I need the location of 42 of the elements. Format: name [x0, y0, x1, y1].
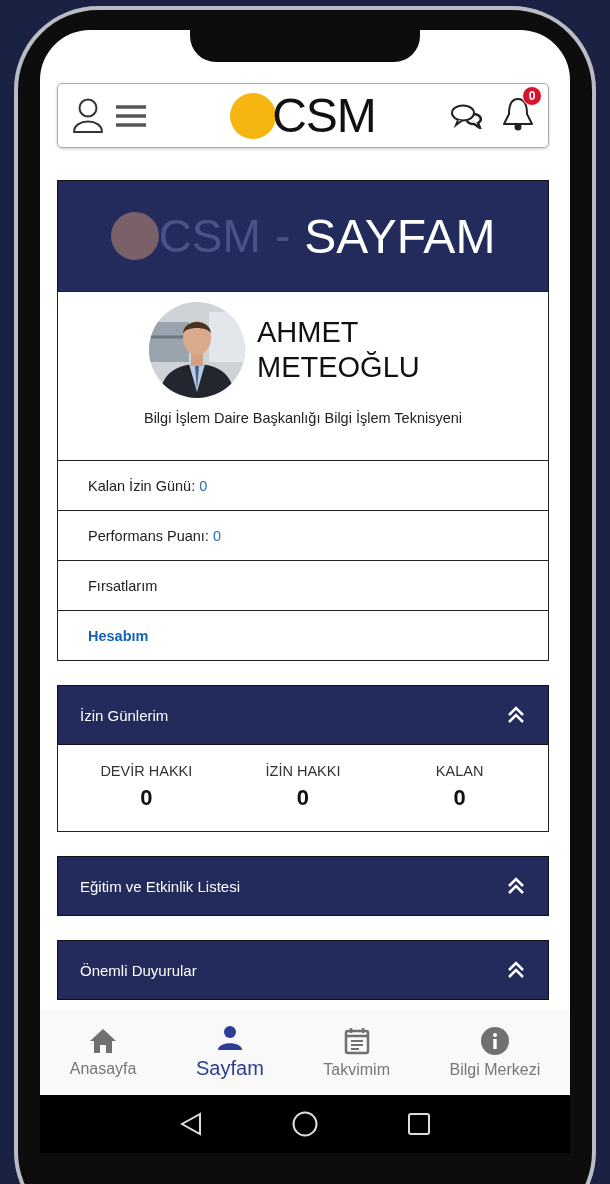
account-link[interactable]: Hesabım [88, 627, 149, 644]
section-header[interactable]: Eğitim ve Etkinlik Listesi [57, 856, 549, 916]
section-header[interactable]: İzin Günlerim [57, 685, 549, 745]
row-value: 0 [199, 477, 208, 494]
home-circle-icon[interactable] [292, 1111, 318, 1137]
nav-tab[interactable]: Anasayfa [69, 1027, 137, 1078]
row-value: 0 [212, 527, 221, 544]
stat-value: 0 [140, 785, 153, 811]
nav-tab[interactable]: Takvimim [323, 1026, 390, 1079]
stat-value: 0 [453, 785, 466, 811]
section-title: Eğitim ve Etkinlik Listesi [80, 877, 241, 895]
back-icon[interactable] [180, 1112, 202, 1136]
logo-dot-icon [110, 212, 159, 260]
section-header[interactable]: Önemli Duyurular [57, 940, 549, 1000]
banner-separator: - [274, 209, 291, 263]
user-icon[interactable] [72, 97, 104, 134]
row-label: Kalan İzin Günü: [88, 477, 196, 494]
home-icon [89, 1027, 118, 1054]
notification-badge: 0 [522, 85, 542, 106]
menu-row[interactable]: Fırsatlarım [57, 561, 549, 611]
stat-label: İZİN HAKKI [265, 763, 341, 779]
logo: CSM [272, 88, 376, 143]
section-title: Önemli Duyurular [80, 961, 197, 979]
user-name: AHMET METEOĞLU [257, 315, 421, 385]
menu-icon[interactable] [116, 103, 146, 128]
page-title: SAYFAM [304, 208, 496, 264]
job-title: Bilgi İşlem Daire Başkanlığı Bilgi İşlem Teknisyeni [143, 410, 463, 426]
stat-label: DEVİR HAKKI [100, 763, 193, 779]
row-label: Performans Puanı: [88, 527, 209, 544]
nav-tab[interactable]: Bilgi Merkezi [449, 1026, 541, 1079]
double-chevron-up-icon[interactable] [506, 705, 526, 725]
double-chevron-up-icon[interactable] [506, 876, 526, 896]
calendar-icon [343, 1026, 370, 1055]
chat-icon[interactable] [450, 102, 484, 129]
nav-tab[interactable]: Sayfam [196, 1025, 264, 1080]
person-icon [215, 1025, 244, 1051]
stat-label: KALAN [435, 763, 484, 779]
stat-value: 0 [296, 785, 310, 811]
double-chevron-up-icon[interactable] [506, 960, 526, 980]
section-title: İzin Günlerim [80, 706, 169, 724]
info-icon [480, 1026, 509, 1055]
recents-icon[interactable] [408, 1113, 430, 1135]
